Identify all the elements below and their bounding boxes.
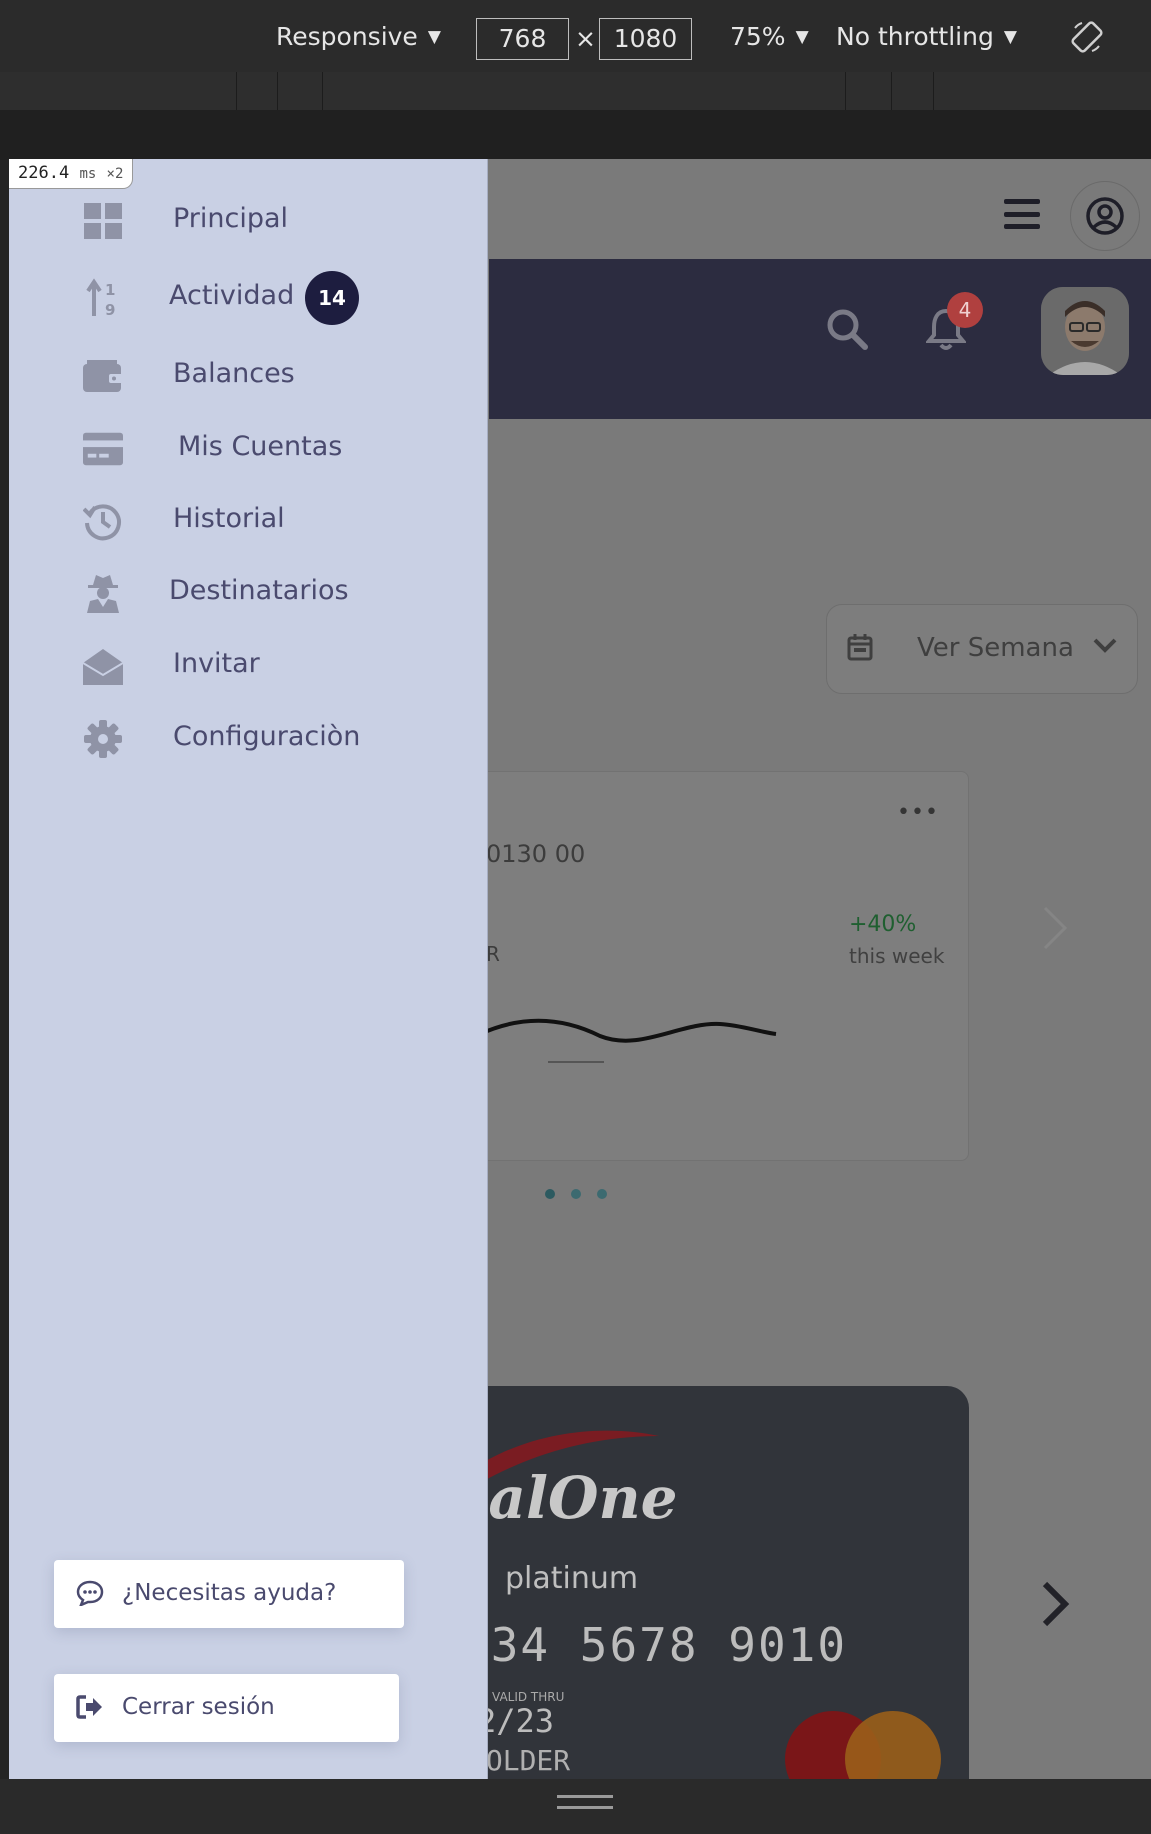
sign-out-icon [76,1694,104,1726]
fps-meter: 226.4 ms ×2 [9,159,134,189]
card-change: +40% [849,912,917,937]
chevron-right-icon[interactable] [1039,1579,1071,1633]
rotate-icon[interactable] [1070,20,1104,54]
zoom-label: 75% [730,22,786,51]
user-secret-icon [83,573,123,613]
chat-bubble-icon [76,1580,104,1612]
gear-icon [83,719,123,759]
perf-value: 226.4 [18,163,70,183]
card-expiry: 2/23 [477,1702,555,1740]
logout-button[interactable]: Cerrar sesión [54,1674,399,1742]
nav-item-balances[interactable]: Balances [83,356,295,396]
card-tier: platinum [505,1561,639,1596]
zoom-select[interactable]: 75% ▼ [730,22,809,51]
svg-text:1: 1 [105,281,115,299]
help-button-label: ¿Necesitas ayuda? [122,1580,337,1606]
nav-label: Balances [173,358,295,389]
sparkline [480,1018,777,1063]
nav-item-mis-cuentas[interactable]: Mis Cuentas [83,429,342,469]
sort-arrows-icon: 19 [83,278,123,318]
more-options-icon[interactable]: ••• [897,800,939,825]
card-number: 534 5678 9010 [461,1618,848,1672]
carousel-dots[interactable] [545,1189,607,1199]
nav-label: Destinatarios [169,575,349,606]
avatar[interactable] [1041,287,1129,375]
svg-text:9: 9 [105,301,115,318]
nav-item-destinatarios[interactable]: Destinatarios [83,573,349,613]
nav-label: Principal [173,203,289,234]
resize-handle-icon[interactable] [557,1795,613,1809]
card-change-period: this week [849,944,945,968]
caret-down-icon: ▼ [1003,26,1017,47]
media-query-ruler[interactable] [0,72,1151,110]
perf-unit: ms [79,166,97,182]
nav-label: Mis Cuentas [178,431,343,462]
nav-label: Invitar [173,648,260,679]
nav-label: Configuraciòn [173,721,361,752]
chevron-down-icon [1092,635,1118,659]
dashboard-icon [83,201,123,241]
hamburger-menu-icon[interactable] [1004,199,1040,229]
nav-item-principal[interactable]: Principal [83,201,288,241]
devtools-resize-bar [0,1779,1151,1834]
week-select[interactable]: Ver Semana [826,604,1138,694]
history-icon [83,501,123,541]
notification-badge: 4 [947,292,983,328]
throttling-label: No throttling [836,22,994,51]
nav-item-invitar[interactable]: Invitar [83,646,260,686]
side-drawer: 226.4 ms ×2 Principal 19 Actividad 14 Ba… [9,159,488,1779]
nav-label: Historial [173,503,285,534]
logout-button-label: Cerrar sesión [122,1694,275,1720]
week-select-label: Ver Semana [917,633,1074,663]
width-input[interactable]: 768 [476,18,569,60]
calendar-icon [847,633,873,665]
perf-mult: ×2 [106,166,124,182]
nav-label: Actividad [169,280,295,311]
times-sign: × [575,24,596,53]
help-button[interactable]: ¿Necesitas ayuda? [54,1560,404,1628]
nav-item-historial[interactable]: Historial [83,501,285,541]
credit-card-icon [83,429,123,469]
caret-down-icon: ▼ [795,26,809,47]
device-label: Responsive [276,22,418,51]
envelope-open-icon [83,646,123,686]
devtools-device-toolbar: Responsive ▼ 768 × 1080 75% ▼ No throttl… [0,0,1151,78]
height-input[interactable]: 1080 [599,18,692,60]
device-select[interactable]: Responsive ▼ [276,22,441,51]
activity-count-badge: 14 [305,271,359,325]
user-circle-icon[interactable] [1070,181,1140,251]
throttling-select[interactable]: No throttling ▼ [836,22,1017,51]
card-amount: 0130 00 [486,840,586,868]
wallet-icon [83,356,123,396]
search-icon[interactable] [825,307,869,355]
nav-item-actividad[interactable]: 19 Actividad 14 [83,271,359,325]
viewport-gutter [0,110,1151,160]
caret-down-icon: ▼ [427,26,441,47]
nav-item-configuracion[interactable]: Configuraciòn [83,719,360,759]
app-topbar [489,159,1151,259]
emulated-viewport: 4 Ver Semana ••• 0130 00 R +40% this wee… [9,159,1151,1779]
card-currency: R [486,942,500,966]
chevron-right-icon[interactable] [1039,904,1069,956]
